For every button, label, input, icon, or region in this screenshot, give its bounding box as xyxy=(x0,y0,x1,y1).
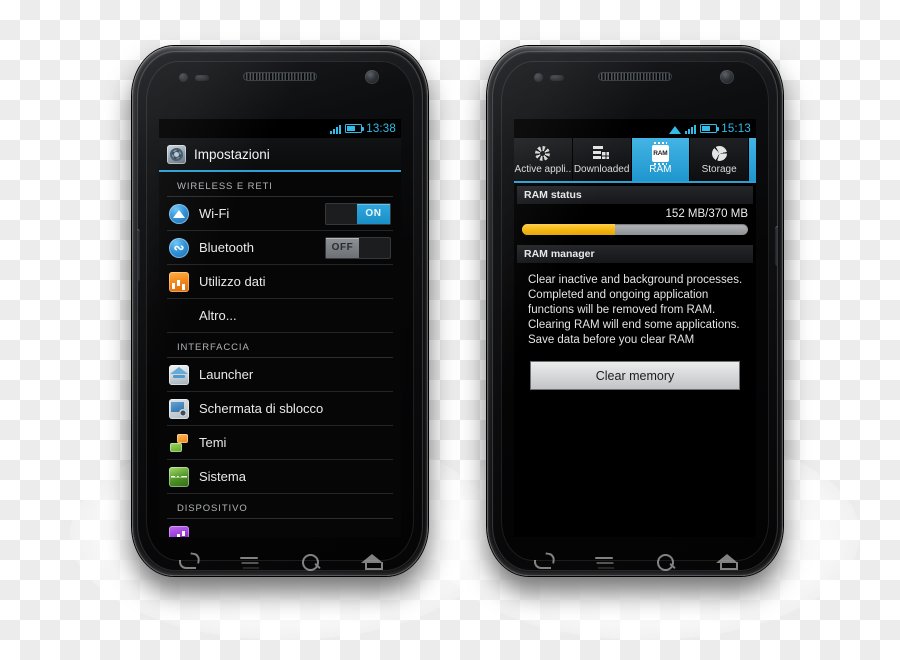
settings-row-audio[interactable] xyxy=(167,519,393,537)
settings-row-lockscreen[interactable]: Schermata di sblocco xyxy=(167,392,393,426)
search-icon[interactable] xyxy=(649,549,683,571)
bluetooth-toggle[interactable]: OFF xyxy=(325,236,391,259)
search-icon[interactable] xyxy=(294,549,328,571)
tab-storage[interactable]: Storage xyxy=(690,138,749,181)
settings-row-label: Schermata di sblocco xyxy=(199,401,324,416)
launcher-home-icon xyxy=(169,364,189,385)
wifi-icon xyxy=(669,124,682,134)
wifi-toggle[interactable]: ON xyxy=(325,202,391,225)
tab-label: Active appli.. xyxy=(514,163,572,175)
themes-icon xyxy=(169,433,189,453)
status-clock: 15:13 xyxy=(721,122,751,135)
battery-icon xyxy=(700,124,720,133)
wifi-toggle-label: ON xyxy=(357,203,390,224)
settings-row-label: Wi-Fi xyxy=(199,206,230,221)
menu-icon[interactable] xyxy=(232,549,266,571)
tab-ram[interactable]: RAM RAM xyxy=(631,138,691,181)
back-icon[interactable] xyxy=(526,549,560,571)
top-bezel-hardware-left xyxy=(137,51,423,113)
status-bar-left: 13:38 xyxy=(159,119,401,138)
tab-overflow-indicator[interactable] xyxy=(749,138,756,181)
settings-row-wifi[interactable]: Wi-Fi ON xyxy=(167,197,393,231)
section-header-wireless: WIRELESS E RETI xyxy=(167,172,393,197)
phone-device-left: 13:38 Impostazioni WIRELESS E RETI Wi-Fi… xyxy=(132,46,428,576)
bluetooth-toggle-label: OFF xyxy=(326,237,359,258)
section-header-interface: INTERFACCIA xyxy=(167,333,393,358)
audio-icon xyxy=(169,525,189,537)
signal-bars-icon xyxy=(330,124,342,134)
settings-row-system[interactable]: Sistema xyxy=(167,460,393,494)
status-bar-right: 15:13 xyxy=(514,119,756,138)
screen-right: 15:13 Active appli.. Downloaded RAM RAM xyxy=(514,119,756,537)
screen-left: 13:38 Impostazioni WIRELESS E RETI Wi-Fi… xyxy=(159,119,401,537)
proximity-sensor-icon xyxy=(534,73,543,82)
ram-progress-fill xyxy=(522,224,615,235)
settings-row-label: Utilizzo dati xyxy=(199,274,266,289)
settings-row-label: Sistema xyxy=(199,469,246,484)
battery-icon xyxy=(345,124,365,133)
android-navbar-left[interactable] xyxy=(157,543,403,571)
menu-icon[interactable] xyxy=(587,549,621,571)
ram-meter-container: 152 MB/370 MB xyxy=(514,204,756,242)
app-title-bar: Impostazioni xyxy=(159,138,401,172)
ram-manager-description: Clear inactive and background processes.… xyxy=(528,274,743,346)
tab-label: RAM xyxy=(649,163,672,175)
tab-active-applications[interactable]: Active appli.. xyxy=(514,138,573,181)
clear-memory-container: Clear memory xyxy=(514,348,756,390)
bluetooth-icon: ∾ xyxy=(169,237,189,258)
home-icon[interactable] xyxy=(710,549,744,571)
clear-memory-button[interactable]: Clear memory xyxy=(530,361,740,390)
phone-device-right: 15:13 Active appli.. Downloaded RAM RAM xyxy=(487,46,783,576)
settings-row-label: Altro... xyxy=(199,308,237,323)
ram-progress-bar xyxy=(522,224,748,235)
light-sensor-icon xyxy=(195,75,209,81)
earpiece-speaker-icon xyxy=(598,72,672,81)
ram-amount-label: 152 MB/370 MB xyxy=(665,208,748,220)
wifi-icon xyxy=(169,203,189,224)
settings-row-label: Temi xyxy=(199,435,227,450)
back-icon[interactable] xyxy=(171,549,205,571)
phone-bezel-right: 15:13 Active appli.. Downloaded RAM RAM xyxy=(492,51,778,571)
top-bezel-hardware-right xyxy=(492,51,778,113)
section-bar-ram-manager: RAM manager xyxy=(517,245,753,263)
settings-row-bluetooth[interactable]: ∾ Bluetooth OFF xyxy=(167,231,393,265)
home-icon[interactable] xyxy=(355,549,389,571)
ram-chip-icon: RAM xyxy=(651,141,669,165)
section-bar-ram-status: RAM status xyxy=(517,186,753,204)
earpiece-speaker-icon xyxy=(243,72,317,81)
tab-downloaded[interactable]: Downloaded xyxy=(572,138,632,181)
settings-gear-icon xyxy=(167,144,186,164)
settings-row-launcher[interactable]: Launcher xyxy=(167,358,393,392)
downloads-icon xyxy=(593,145,611,162)
lockscreen-icon xyxy=(169,398,189,419)
settings-list[interactable]: WIRELESS E RETI Wi-Fi ON ∾ Bluetooth OFF xyxy=(159,172,401,537)
system-icon xyxy=(169,466,189,487)
spinner-icon xyxy=(534,145,551,162)
settings-row-label: Bluetooth xyxy=(199,240,254,255)
page-title: Impostazioni xyxy=(194,146,270,162)
volume-button-left[interactable] xyxy=(137,229,140,281)
tab-bar[interactable]: Active appli.. Downloaded RAM RAM Storag… xyxy=(514,138,756,183)
storage-disc-icon xyxy=(711,145,728,162)
front-camera-icon xyxy=(365,70,379,84)
settings-row-label: Launcher xyxy=(199,367,254,382)
signal-bars-icon xyxy=(685,124,697,134)
settings-row-data-usage[interactable]: Utilizzo dati xyxy=(167,265,393,299)
settings-row-more[interactable]: Altro... xyxy=(167,299,393,333)
settings-row-themes[interactable]: Temi xyxy=(167,426,393,460)
proximity-sensor-icon xyxy=(179,73,188,82)
status-clock: 13:38 xyxy=(366,122,396,135)
light-sensor-icon xyxy=(550,75,564,81)
android-navbar-right[interactable] xyxy=(512,543,758,571)
tab-label: Downloaded xyxy=(573,163,630,175)
power-button-right[interactable] xyxy=(775,226,778,266)
phone-bezel-left: 13:38 Impostazioni WIRELESS E RETI Wi-Fi… xyxy=(137,51,423,571)
front-camera-icon xyxy=(720,70,734,84)
section-header-device: DISPOSITIVO xyxy=(167,494,393,519)
data-usage-icon xyxy=(169,271,189,292)
tab-label: Storage xyxy=(701,163,737,175)
